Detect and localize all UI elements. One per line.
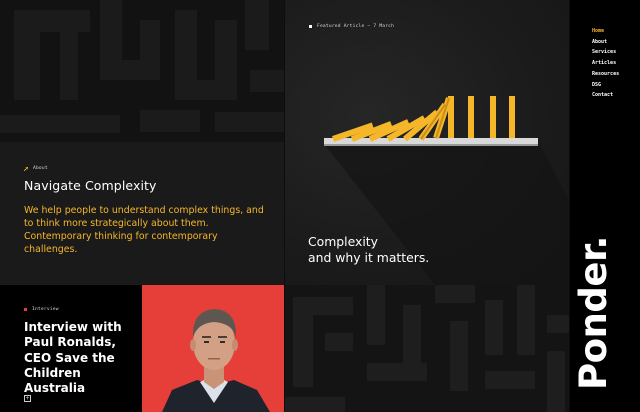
nav-item-contact[interactable]: Contact bbox=[592, 90, 619, 101]
brand-logo[interactable]: Ponder. bbox=[572, 236, 615, 390]
featured-article-title[interactable]: Complexity and why it matters. bbox=[308, 234, 429, 265]
interview-eyebrow: Interview bbox=[24, 307, 59, 312]
about-body-text: We help people to understand complex thi… bbox=[24, 205, 264, 255]
nav-item-dsg[interactable]: DSG bbox=[592, 80, 619, 91]
nav-item-about[interactable]: About bbox=[592, 37, 619, 48]
interview-title[interactable]: Interview with Paul Ronalds, CEO Save th… bbox=[24, 320, 134, 396]
maze-pattern-panel bbox=[285, 285, 569, 412]
arrow-icon bbox=[24, 166, 28, 171]
main-nav: Home About Services Articles Resources D… bbox=[592, 26, 619, 101]
about-eyebrow-label: About bbox=[33, 166, 48, 171]
about-title: Navigate Complexity bbox=[24, 178, 157, 193]
nav-item-articles[interactable]: Articles bbox=[592, 58, 619, 69]
about-panel: About Navigate Complexity We help people… bbox=[0, 0, 284, 285]
featured-title-line-1: Complexity bbox=[308, 234, 378, 249]
interview-eyebrow-label: Interview bbox=[32, 307, 59, 312]
portrait-photo bbox=[142, 285, 284, 412]
nav-item-services[interactable]: Services bbox=[592, 47, 619, 58]
person-portrait bbox=[162, 309, 270, 412]
dot-icon bbox=[24, 308, 27, 311]
plus-icon[interactable]: + bbox=[24, 395, 31, 402]
nav-item-home[interactable]: Home bbox=[592, 26, 619, 37]
maze-pattern bbox=[285, 285, 569, 412]
featured-title-line-2: and why it matters. bbox=[308, 249, 430, 265]
maze-pattern bbox=[0, 0, 284, 142]
featured-eyebrow: Featured Article — 7 March bbox=[309, 24, 394, 29]
featured-eyebrow-label: Featured Article — 7 March bbox=[317, 24, 395, 29]
dot-icon bbox=[309, 25, 312, 28]
nav-item-resources[interactable]: Resources bbox=[592, 69, 619, 80]
about-eyebrow: About bbox=[24, 166, 48, 171]
